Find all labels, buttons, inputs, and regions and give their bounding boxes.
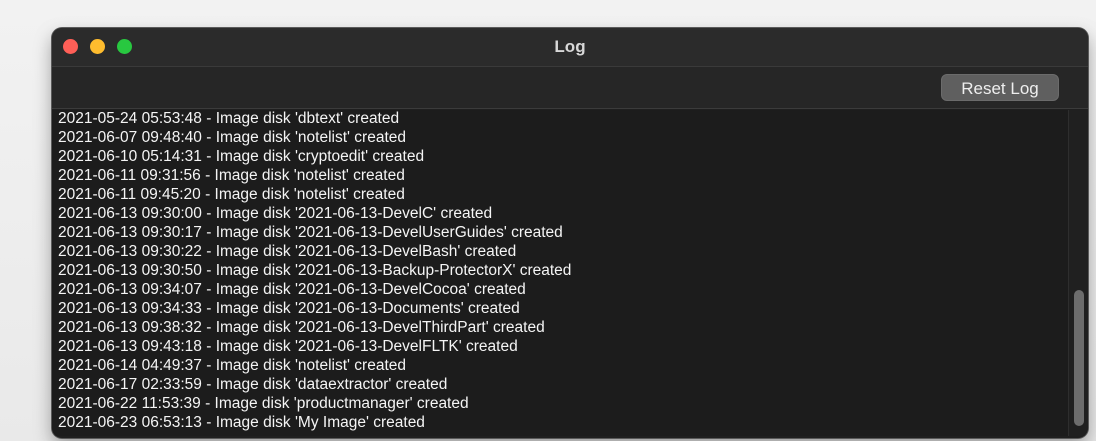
log-line: 2021-05-24 05:53:48 - Image disk 'dbtext… <box>58 110 400 127</box>
log-line: 2021-06-13 09:30:00 - Image disk '2021-0… <box>58 205 493 222</box>
log-line: 2021-06-13 09:38:32 - Image disk '2021-0… <box>58 319 545 336</box>
window-title: Log <box>554 37 586 56</box>
log-line: 2021-06-17 02:33:59 - Image disk 'dataex… <box>58 376 448 393</box>
log-window: Log Reset Log 2021-05-24 05:53:48 - Imag… <box>52 28 1088 438</box>
toolbar: Reset Log <box>52 67 1088 109</box>
log-line: 2021-06-14 04:49:37 - Image disk 'noteli… <box>58 357 406 374</box>
log-line: 2021-06-13 09:30:22 - Image disk '2021-0… <box>58 243 517 260</box>
log-line: 2021-06-22 11:53:39 - Image disk 'produc… <box>58 395 469 412</box>
log-line: 2021-06-13 09:34:33 - Image disk '2021-0… <box>58 300 520 317</box>
log-text-area[interactable]: 2021-05-24 05:53:48 - Image disk 'dbtext… <box>52 110 1068 436</box>
log-line: 2021-06-13 09:30:50 - Image disk '2021-0… <box>58 262 572 279</box>
title-bar[interactable]: Log <box>52 28 1088 67</box>
log-line: 2021-06-13 09:34:07 - Image disk '2021-0… <box>58 281 526 298</box>
log-line: 2021-06-10 05:14:31 - Image disk 'crypto… <box>58 148 425 165</box>
log-line: 2021-06-11 09:31:56 - Image disk 'noteli… <box>58 167 405 184</box>
log-line: 2021-06-13 09:43:18 - Image disk '2021-0… <box>58 338 518 355</box>
reset-log-button[interactable]: Reset Log <box>941 74 1059 101</box>
scrollbar-thumb[interactable] <box>1074 290 1084 426</box>
log-line: 2021-06-13 09:30:17 - Image disk '2021-0… <box>58 224 563 241</box>
vertical-scrollbar[interactable] <box>1068 110 1088 436</box>
desktop-background: Log Reset Log 2021-05-24 05:53:48 - Imag… <box>0 0 1096 441</box>
log-line: 2021-06-23 06:53:13 - Image disk 'My Ima… <box>58 414 425 431</box>
log-line: 2021-06-07 09:48:40 - Image disk 'noteli… <box>58 129 406 146</box>
log-line: 2021-06-11 09:45:20 - Image disk 'noteli… <box>58 186 405 203</box>
